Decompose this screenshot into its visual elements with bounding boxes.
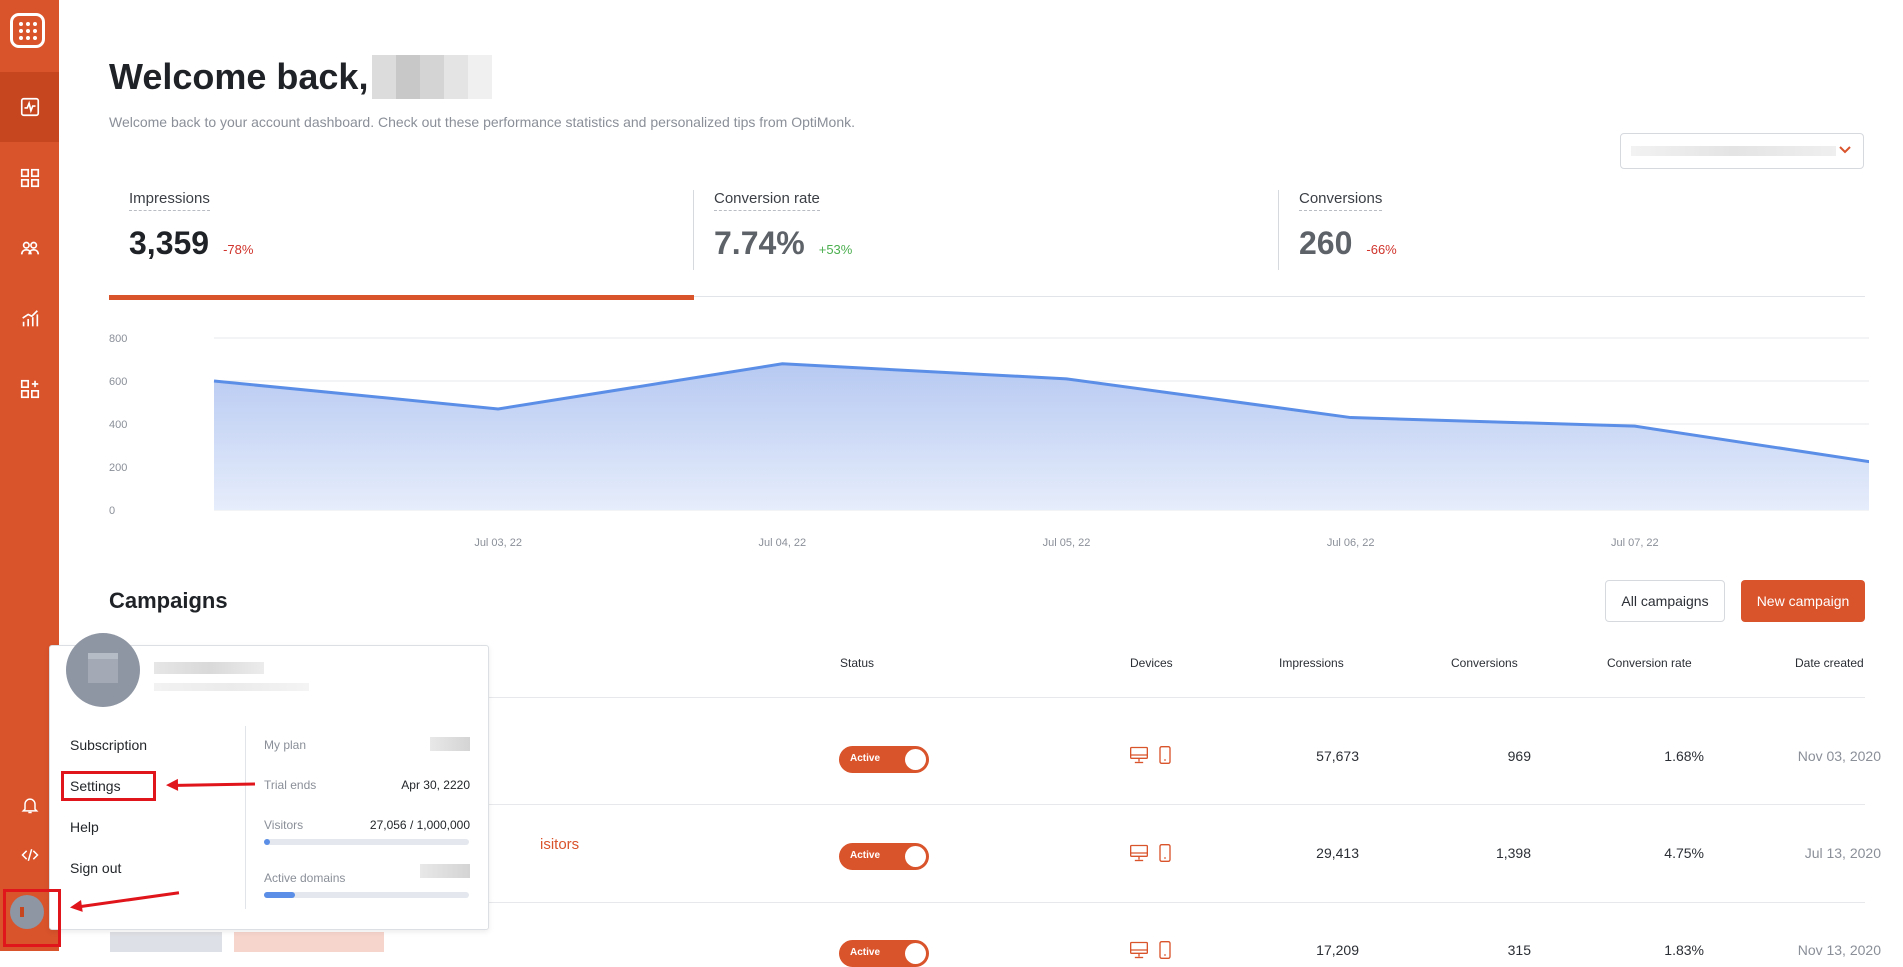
chevron-down-icon: [1837, 142, 1853, 158]
trial-ends-label: Trial ends: [264, 778, 316, 792]
mobile-icon: [1155, 843, 1175, 863]
series-area: [214, 364, 1869, 510]
column-header-status[interactable]: Status: [840, 656, 874, 670]
cell-conversion-rate: 1.68%: [1664, 748, 1704, 764]
column-header-impressions[interactable]: Impressions: [1279, 656, 1344, 670]
menu-item-help[interactable]: Help: [70, 819, 99, 835]
cell-impressions: 17,209: [1316, 942, 1359, 958]
kpi-value: 3,359: [129, 225, 209, 262]
kpi-active-indicator: [109, 295, 694, 300]
period-value-redacted: [1631, 146, 1836, 156]
kpi-delta: -78%: [223, 242, 253, 257]
status-label: Active: [850, 947, 880, 958]
kpi-label: Conversions: [1299, 190, 1382, 211]
new-campaign-button[interactable]: New campaign: [1741, 580, 1865, 622]
mobile-icon: [1155, 940, 1175, 960]
status-toggle[interactable]: Active: [839, 940, 929, 967]
cell-impressions: 29,413: [1316, 845, 1359, 861]
menu-divider: [245, 726, 246, 909]
y-tick-label: 0: [109, 505, 115, 517]
analytics-icon[interactable]: [0, 284, 59, 354]
kpi-label: Impressions: [129, 190, 210, 211]
kpi-delta: +53%: [819, 242, 853, 257]
active-domains-label: Active domains: [264, 871, 345, 885]
page-subtitle: Welcome back to your account dashboard. …: [109, 114, 855, 130]
y-tick-label: 600: [109, 376, 127, 388]
mobile-icon: [1155, 745, 1175, 765]
visitors-progress: [264, 839, 469, 845]
chart-svg: 0 200 400 600 800 Jul 03, 22 Jul 04, 22 Jul 05,…: [109, 320, 1869, 550]
x-tick-label: Jul 05, 22: [1043, 537, 1091, 549]
kpi-value: 260: [1299, 225, 1352, 262]
visitors-label: Visitors: [264, 818, 303, 832]
kpi-impressions[interactable]: Impressions 3,359 -78%: [129, 190, 253, 290]
dashboard-icon[interactable]: [0, 72, 59, 142]
page-title: Welcome back,: [109, 55, 492, 99]
kpi-conversions[interactable]: Conversions 260 -66%: [1299, 190, 1397, 290]
user-name-redacted: [372, 55, 492, 99]
campaigns-title: Campaigns: [109, 588, 228, 614]
annotation-box-settings: [61, 771, 156, 801]
menu-item-subscription[interactable]: Subscription: [70, 737, 147, 753]
templates-icon[interactable]: [0, 354, 59, 424]
desktop-icon: [1129, 940, 1149, 960]
x-tick-label: Jul 03, 22: [474, 537, 522, 549]
status-label: Active: [850, 850, 880, 861]
x-tick-label: Jul 07, 22: [1611, 537, 1659, 549]
kpi-value: 7.74%: [714, 225, 805, 262]
kpi-divider: [693, 190, 694, 270]
cell-impressions: 57,673: [1316, 748, 1359, 764]
all-campaigns-button[interactable]: All campaigns: [1605, 580, 1725, 622]
devices: [1129, 745, 1175, 765]
status-toggle[interactable]: Active: [839, 746, 929, 773]
y-tick-label: 200: [109, 462, 127, 474]
cell-date-created: Jul 13, 2020: [1805, 845, 1881, 861]
cell-conversion-rate: 4.75%: [1664, 845, 1704, 861]
campaign-thumbnail[interactable]: [110, 932, 222, 952]
column-header-conversion-rate[interactable]: Conversion rate: [1607, 656, 1692, 670]
logo-icon[interactable]: [10, 13, 45, 48]
cell-conversion-rate: 1.83%: [1664, 942, 1704, 958]
cell-conversions: 969: [1508, 748, 1531, 764]
kpi-divider: [1278, 190, 1279, 270]
my-plan-label: My plan: [264, 738, 306, 752]
cell-date-created: Nov 13, 2020: [1798, 942, 1881, 958]
cell-date-created: Nov 03, 2020: [1798, 748, 1881, 764]
welcome-text: Welcome back,: [109, 56, 368, 98]
campaign-thumbnail[interactable]: [234, 932, 384, 952]
devices: [1129, 940, 1175, 960]
kpi-label: Conversion rate: [714, 190, 820, 211]
campaign-name-link[interactable]: isitors: [540, 836, 579, 853]
visitors-value: 27,056 / 1,000,000: [370, 818, 470, 832]
active-domains-value-redacted: [420, 864, 470, 878]
my-plan-value-redacted: [430, 737, 470, 751]
desktop-icon: [1129, 843, 1149, 863]
x-tick-label: Jul 06, 22: [1327, 537, 1375, 549]
y-tick-label: 400: [109, 419, 127, 431]
status-toggle[interactable]: Active: [839, 843, 929, 870]
column-header-devices[interactable]: Devices: [1130, 656, 1173, 670]
desktop-icon: [1129, 745, 1149, 765]
trial-ends-value: Apr 30, 2220: [401, 778, 470, 792]
subscribers-icon[interactable]: [0, 213, 59, 283]
cell-conversions: 315: [1508, 942, 1531, 958]
domains-progress: [264, 892, 469, 898]
user-email-redacted: [154, 683, 309, 691]
user-name-redacted: [154, 662, 264, 674]
impressions-chart: 0 200 400 600 800 Jul 03, 22 Jul 04, 22 Jul 05,…: [109, 320, 1869, 550]
campaigns-icon[interactable]: [0, 143, 59, 213]
status-label: Active: [850, 753, 880, 764]
devices: [1129, 843, 1175, 863]
kpi-delta: -66%: [1366, 242, 1396, 257]
y-tick-label: 800: [109, 333, 127, 345]
period-select[interactable]: [1620, 133, 1864, 169]
x-tick-label: Jul 04, 22: [758, 537, 806, 549]
kpi-conversion-rate[interactable]: Conversion rate 7.74% +53%: [714, 190, 852, 290]
user-avatar-large: [66, 633, 140, 707]
menu-item-sign-out[interactable]: Sign out: [70, 860, 121, 876]
column-header-date-created[interactable]: Date created: [1795, 656, 1864, 670]
annotation-box-avatar: [3, 889, 61, 947]
cell-conversions: 1,398: [1496, 845, 1531, 861]
column-header-conversions[interactable]: Conversions: [1451, 656, 1518, 670]
